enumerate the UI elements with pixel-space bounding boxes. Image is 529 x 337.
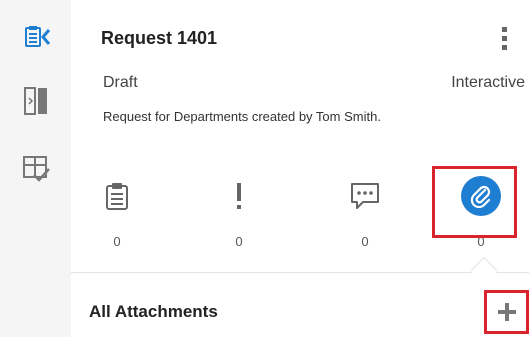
tab-issues[interactable]: 0: [204, 176, 274, 256]
split-panel-icon: [23, 87, 47, 115]
collapse-panel-icon: [24, 26, 50, 47]
mode-label: Interactive: [451, 74, 525, 91]
clipboard-icon: [106, 183, 128, 210]
plus-icon: [497, 303, 516, 321]
add-attachment-button[interactable]: [484, 290, 529, 334]
all-attachments-heading: All Attachments: [89, 302, 218, 321]
collapse-panel-button[interactable]: [0, 24, 71, 58]
attachments-tab-highlight: [432, 166, 517, 238]
tab-comments-count: 0: [361, 234, 369, 249]
more-options-button[interactable]: [495, 24, 515, 56]
request-title: Request 1401: [101, 28, 218, 48]
exclamation-icon: [237, 183, 241, 209]
split-panel-button[interactable]: [0, 85, 71, 125]
tab-issues-count: 0: [235, 234, 243, 249]
tab-details-count: 0: [113, 234, 121, 249]
request-panel-window: Request 1401 Draft Interactive Request f…: [0, 0, 529, 337]
review-checklist-button[interactable]: [0, 155, 71, 189]
left-rail: [0, 0, 71, 337]
tab-comments[interactable]: 0: [330, 176, 400, 256]
tabs-divider: [71, 272, 529, 273]
kebab-menu-icon: [502, 27, 507, 50]
status-label: Draft: [103, 74, 138, 91]
review-checklist-icon: [22, 156, 50, 182]
chat-bubble-icon: [351, 183, 379, 209]
tab-details[interactable]: 0: [82, 176, 152, 256]
request-description: Request for Departments created by Tom S…: [103, 109, 381, 124]
active-tab-pointer: [469, 256, 499, 286]
